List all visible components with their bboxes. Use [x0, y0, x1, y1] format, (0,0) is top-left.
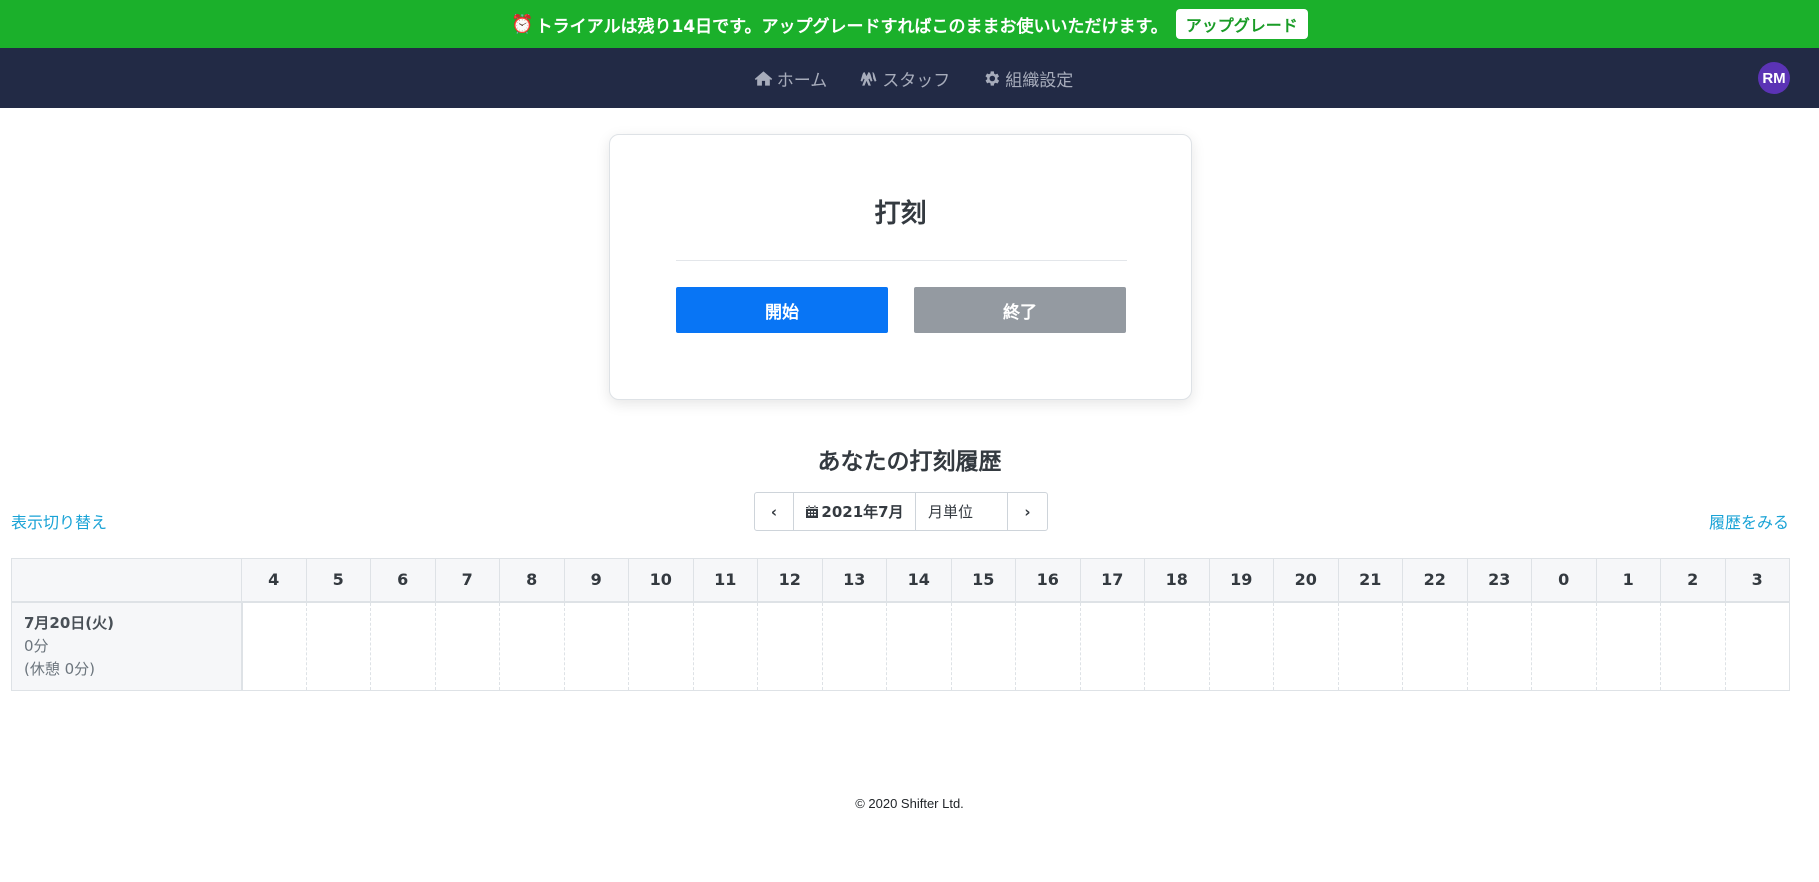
punch-title: 打刻 [874, 199, 927, 229]
nav-item-staff[interactable]: スタッフ [859, 66, 950, 91]
hour-header: 14 [886, 558, 951, 603]
hour-header: 5 [305, 558, 371, 603]
footer-copyright: © 2020 Shifter Ltd. [855, 796, 964, 811]
row-duration: 0分 [24, 636, 49, 655]
hour-slot[interactable] [499, 601, 564, 690]
hour-header: 19 [1208, 558, 1274, 603]
timeline-table: 4 5 6 7 8 9 10 11 12 13 14 15 16 17 18 19 20 21 22 23 0 1 2 3 7… [11, 558, 1790, 691]
row-break: (休憩 0分) [24, 659, 96, 678]
toggle-view-link[interactable]: 表示切り替え [11, 509, 107, 533]
hour-slot[interactable] [305, 601, 371, 690]
hour-header: 18 [1144, 558, 1209, 603]
prev-month-button[interactable]: ‹ [755, 493, 794, 530]
hour-slot[interactable] [1595, 601, 1661, 690]
table-row: 7月20日(火) 0分 (休憩 0分) [11, 601, 1790, 690]
nav-item-label: ホーム [776, 70, 828, 91]
divider [676, 260, 1127, 261]
hour-slot[interactable] [1531, 601, 1596, 690]
month-picker[interactable]: 2021年7月 [794, 493, 916, 530]
nav-item-home[interactable]: ホーム [754, 66, 828, 91]
date-header [11, 558, 242, 603]
hour-header: 0 [1531, 558, 1596, 603]
hour-header: 7 [434, 558, 500, 603]
hour-slot[interactable] [886, 601, 951, 690]
hour-header: 2 [1660, 558, 1725, 603]
trial-message: トライアルは残り14日です。アップグレードすればこのままお使いいただけます。 [535, 16, 1168, 37]
hour-slot[interactable] [757, 601, 822, 690]
calendar-icon [806, 505, 819, 518]
hour-header: 22 [1402, 558, 1467, 603]
gear-icon [985, 70, 1000, 86]
hour-header: 3 [1724, 558, 1790, 603]
hour-header: 8 [499, 558, 564, 603]
chevron-right-icon: › [1024, 502, 1031, 521]
hour-slot[interactable] [628, 601, 693, 690]
upgrade-button[interactable]: アップグレード [1175, 9, 1308, 39]
nav-item-label: スタッフ [882, 70, 951, 91]
punch-card: 打刻 開始 終了 [609, 134, 1192, 400]
hour-slot[interactable] [370, 601, 435, 690]
hour-slot[interactable] [1466, 601, 1532, 690]
hour-slot[interactable] [1273, 601, 1338, 690]
hour-slot[interactable] [1079, 601, 1145, 690]
unit-select[interactable]: 月単位 [916, 493, 1008, 530]
trial-banner: ⏰ トライアルは残り14日です。アップグレードすればこのままお使いいただけます。… [0, 0, 1819, 48]
staff-icon [860, 71, 877, 86]
hour-header: 13 [821, 558, 887, 603]
alarm-clock-icon: ⏰ [511, 13, 534, 35]
hour-slot[interactable] [1724, 601, 1790, 690]
top-navbar: ホーム スタッフ 組織設定 RM [0, 48, 1819, 108]
hour-slot[interactable] [950, 601, 1016, 690]
hour-slot[interactable] [434, 601, 500, 690]
hour-header: 12 [757, 558, 822, 603]
month-navigator: ‹ 2021年7月 月単位 › [754, 492, 1048, 531]
hour-header: 9 [563, 558, 629, 603]
hour-header: 21 [1337, 558, 1403, 603]
hour-slot[interactable] [563, 601, 629, 690]
hour-slot[interactable] [1015, 601, 1080, 690]
hour-header: 17 [1079, 558, 1145, 603]
hour-header: 20 [1273, 558, 1338, 603]
hour-slot[interactable] [1660, 601, 1725, 690]
nav-item-label: 組織設定 [1005, 70, 1074, 91]
hour-slot[interactable] [241, 601, 306, 690]
month-label: 2021年7月 [821, 503, 904, 521]
hour-header: 16 [1015, 558, 1080, 603]
chevron-left-icon: ‹ [770, 502, 778, 521]
hour-slot[interactable] [1144, 601, 1209, 690]
hour-slot[interactable] [1337, 601, 1403, 690]
hour-slot[interactable] [692, 601, 758, 690]
nav-item-org-settings[interactable]: 組織設定 [982, 66, 1073, 91]
hour-header: 6 [370, 558, 435, 603]
hour-slot[interactable] [1402, 601, 1467, 690]
end-button[interactable]: 終了 [914, 287, 1126, 333]
hour-header: 11 [692, 558, 758, 603]
hour-slot[interactable] [1208, 601, 1274, 690]
hour-header-row: 4 5 6 7 8 9 10 11 12 13 14 15 16 17 18 19 20 21 22 23 0 1 2 3 [11, 558, 1790, 603]
next-month-button[interactable]: › [1008, 493, 1047, 530]
hour-slot[interactable] [821, 601, 887, 690]
hour-header: 1 [1595, 558, 1661, 603]
view-history-link[interactable]: 履歴をみる [1709, 509, 1789, 533]
hour-header: 4 [241, 558, 306, 603]
row-date: 7月20日(火) [24, 613, 115, 632]
home-icon [754, 70, 772, 86]
user-avatar[interactable]: RM [1758, 62, 1790, 94]
hour-header: 10 [628, 558, 693, 603]
hour-header: 15 [950, 558, 1016, 603]
start-button[interactable]: 開始 [676, 287, 888, 333]
day-summary-cell: 7月20日(火) 0分 (休憩 0分) [11, 601, 243, 690]
history-title: あなたの打刻履歴 [817, 449, 1002, 475]
hour-header: 23 [1466, 558, 1532, 603]
